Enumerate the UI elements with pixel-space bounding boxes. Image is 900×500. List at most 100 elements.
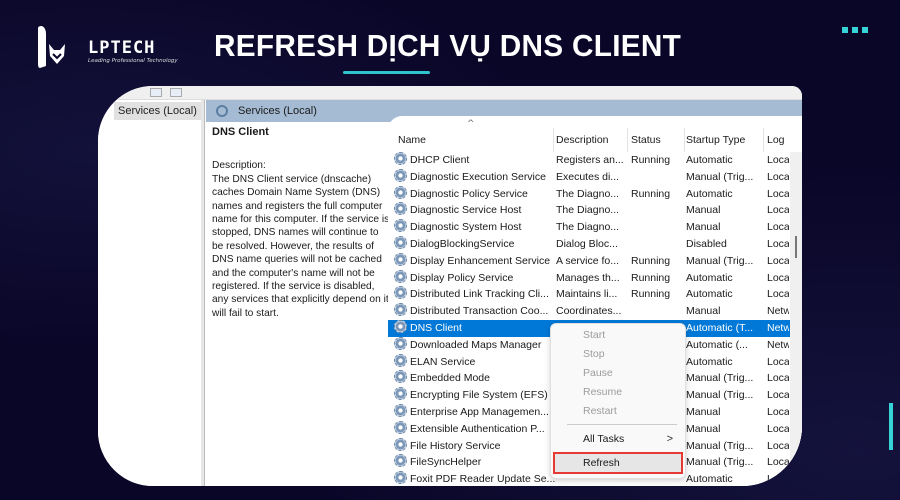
table-row[interactable]: Display Enhancement Service A service fo.…	[388, 252, 802, 270]
service-description: Registers an...	[556, 154, 624, 166]
service-gear-icon	[394, 370, 407, 384]
service-gear-icon	[394, 319, 407, 333]
brand-logo: LPTECH Leading Professional Technology	[36, 24, 178, 70]
service-log-on-as: Loca	[767, 422, 789, 435]
column-header-log-on-as[interactable]: Log	[767, 128, 791, 152]
table-row[interactable]: Diagnostic Service Host The Diagno... Manu…	[388, 202, 802, 219]
service-startup-type: Automatic	[686, 271, 733, 284]
table-row[interactable]: Diagnostic Policy Service The Diagno... Ru…	[388, 185, 802, 203]
service-startup-type: Automatic (...	[686, 338, 748, 351]
description-text: The DNS Client service (dnscache) caches…	[212, 173, 390, 319]
service-startup-type: Manual	[686, 221, 721, 234]
service-log-on-as: Loca	[767, 456, 789, 469]
context-menu-item-restart[interactable]: Restart	[551, 402, 685, 421]
service-gear-icon	[394, 336, 407, 350]
menu-item-label: Stop	[583, 348, 605, 360]
service-gear-icon	[394, 219, 407, 233]
chevron-right-icon: >	[666, 433, 673, 445]
decorative-bar	[889, 403, 893, 450]
service-log-on-as: Loca	[767, 221, 789, 234]
toolbar-icon[interactable]	[170, 88, 182, 97]
context-menu-item-all-tasks[interactable]: All Tasks >	[551, 430, 685, 449]
service-gear-icon	[394, 454, 407, 468]
column-header-status[interactable]: Status	[631, 128, 685, 152]
service-name: DNS Client	[410, 321, 462, 334]
table-row[interactable]: Distributed Transaction Coo... Coordinate…	[388, 303, 802, 320]
service-log-on-as: Loca	[767, 187, 789, 200]
service-startup-type: Automatic (T...	[686, 321, 754, 334]
scrollbar-thumb[interactable]	[795, 236, 797, 258]
context-menu-item-pause[interactable]: Pause	[551, 364, 685, 383]
service-gear-icon	[394, 235, 407, 249]
table-row[interactable]: DHCP Client Registers an... Running Automat…	[388, 152, 802, 169]
table-row[interactable]: Display Policy Service Manages th... Runni…	[388, 269, 802, 287]
service-log-on-as: Loca	[767, 170, 789, 183]
service-startup-type: Manual (Trig...	[686, 439, 754, 452]
service-status: Running	[631, 254, 671, 267]
service-gear-icon	[394, 303, 407, 317]
services-pane: Services (Local) DNS Client Description:…	[206, 100, 802, 486]
column-header-name[interactable]: Name	[398, 128, 554, 152]
service-startup-type: Automatic	[686, 187, 733, 200]
service-name: Foxit PDF Reader Update Se...	[410, 473, 556, 486]
service-log-on-as: Loca	[767, 254, 789, 267]
service-log-on-as: Netw	[767, 321, 789, 334]
service-gear-icon	[394, 168, 407, 182]
service-name: Diagnostic System Host	[410, 221, 522, 234]
context-menu: Start Stop Pause Resume Restart All Tasks > Ref…	[550, 323, 686, 479]
service-log-on-as: Loca	[767, 288, 789, 301]
column-header-description[interactable]: Description	[556, 128, 628, 152]
service-log-on-as: Netw	[767, 338, 789, 351]
service-log-on-as: Loca	[767, 355, 789, 368]
service-name: File History Service	[410, 439, 501, 452]
service-startup-type: Manual	[686, 204, 721, 217]
services-window-screenshot: Services (Local) Services (Local) DNS Cl…	[98, 86, 802, 486]
service-log-on-as: Loca	[767, 204, 789, 217]
service-status: Running	[631, 154, 671, 166]
service-name: DialogBlockingService	[410, 237, 515, 250]
table-row[interactable]: Distributed Link Tracking Cli... Maintain…	[388, 286, 802, 303]
service-description: Executes di...	[556, 170, 620, 183]
service-startup-type: Automatic	[686, 473, 733, 486]
menu-item-label: Resume	[583, 386, 623, 398]
search-icon	[216, 105, 228, 117]
service-startup-type: Manual (Trig...	[686, 170, 754, 183]
pane-header-title: Services (Local)	[238, 105, 317, 117]
service-description: Coordinates...	[556, 305, 622, 318]
toolbar-icon[interactable]	[150, 88, 162, 97]
menu-separator	[567, 424, 677, 425]
service-gear-icon	[394, 286, 407, 300]
tree-item-services-local[interactable]: Services (Local)	[114, 102, 201, 120]
service-gear-icon	[394, 437, 407, 451]
service-description: Manages th...	[556, 271, 620, 284]
service-name: ELAN Service	[410, 355, 476, 368]
table-row[interactable]: DialogBlockingService Dialog Bloc... Disab…	[388, 235, 802, 253]
column-header-startup-type[interactable]: Startup Type	[686, 128, 764, 152]
context-menu-item-stop[interactable]: Stop	[551, 345, 685, 364]
service-description: The Diagno...	[556, 187, 620, 200]
fox-logo-icon	[38, 26, 65, 68]
table-row[interactable]: Diagnostic System Host The Diagno... Manua…	[388, 219, 802, 236]
decorative-dots	[842, 27, 868, 33]
service-name: Distributed Link Tracking Cli...	[410, 288, 549, 301]
service-startup-type: Manual (Trig...	[686, 254, 754, 267]
page-title: REFRESH DỊCH VỤ DNS CLIENT	[214, 28, 682, 63]
vertical-scrollbar[interactable]	[790, 152, 802, 486]
service-status: Running	[631, 187, 671, 200]
service-name: Display Policy Service	[410, 271, 514, 284]
table-row[interactable]: Diagnostic Execution Service Executes di.…	[388, 168, 802, 186]
service-log-on-as: Loca	[767, 271, 789, 284]
service-log-on-as: Loca	[767, 237, 789, 250]
service-startup-type: Automatic	[686, 288, 733, 301]
context-menu-item-resume[interactable]: Resume	[551, 383, 685, 402]
service-description: Maintains li...	[556, 288, 618, 301]
service-gear-icon	[394, 353, 407, 367]
context-menu-item-start[interactable]: Start	[551, 326, 685, 345]
service-gear-icon	[394, 387, 407, 401]
service-log-on-as: Netw	[767, 305, 789, 318]
context-menu-item-refresh[interactable]: Refresh	[553, 452, 683, 474]
service-status: Running	[631, 288, 671, 301]
service-log-on-as: Loca	[767, 473, 789, 486]
service-description: The Diagno...	[556, 221, 620, 234]
brand-tagline: Leading Professional Technology	[88, 58, 178, 64]
